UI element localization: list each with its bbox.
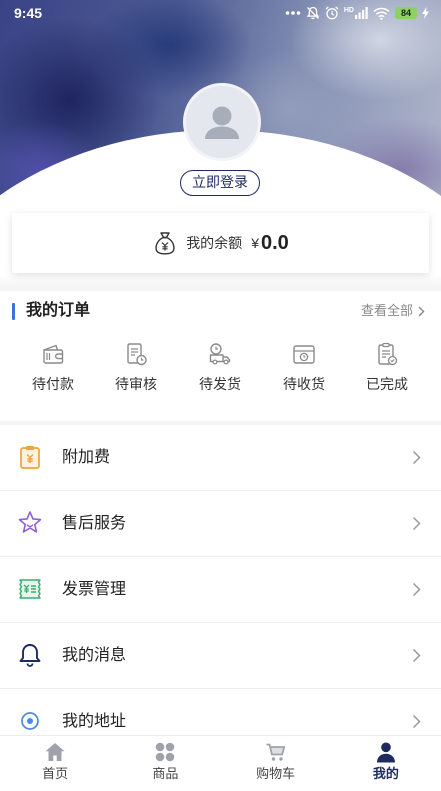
order-status-pending-payment[interactable]: 待付款 bbox=[11, 341, 95, 413]
status-time: 9:45 bbox=[14, 5, 43, 21]
tab-label: 购物车 bbox=[256, 766, 296, 781]
menu-item-after-sales[interactable]: 售后服务 bbox=[0, 491, 441, 557]
menu-item-label: 发票管理 bbox=[62, 581, 127, 598]
chevron-right-icon bbox=[412, 582, 421, 597]
menu-item-label: 我的消息 bbox=[62, 647, 127, 664]
tab-products[interactable]: 商品 bbox=[110, 736, 220, 791]
order-status-completed[interactable]: 已完成 bbox=[345, 341, 429, 413]
grid-icon bbox=[156, 742, 175, 762]
view-all-orders-link[interactable]: 查看全部 bbox=[361, 302, 425, 320]
status-icons: HD 84 bbox=[285, 5, 429, 21]
order-status-label: 待发货 bbox=[199, 376, 241, 392]
bell-icon bbox=[19, 644, 41, 667]
tab-home[interactable]: 首页 bbox=[0, 736, 110, 791]
chevron-right-icon bbox=[412, 450, 421, 465]
delivery-truck-icon bbox=[209, 343, 231, 365]
order-status-pending-shipment[interactable]: 待发货 bbox=[178, 341, 262, 413]
menu-list: 附加费 售后服务 发票管理 我的消息 我的地址 bbox=[0, 425, 441, 755]
order-status-pending-receipt[interactable]: 待收货 bbox=[262, 341, 346, 413]
invoice-icon bbox=[19, 579, 41, 599]
bottom-tab-bar: 首页 商品 购物车 我的 bbox=[0, 735, 441, 791]
balance-label: 我的余额 bbox=[186, 235, 243, 251]
tab-mine[interactable]: 我的 bbox=[331, 736, 441, 791]
star-icon bbox=[18, 511, 42, 533]
orders-title: 我的订单 bbox=[26, 302, 91, 319]
battery-level: 84 bbox=[400, 8, 411, 18]
orders-section: 我的订单 查看全部 待付款 待审核 待发货 待收货 已完成 bbox=[0, 291, 441, 421]
section-marker bbox=[12, 303, 15, 320]
network-badge: HD bbox=[343, 7, 354, 14]
tab-cart[interactable]: 购物车 bbox=[221, 736, 331, 791]
order-status-label: 待审核 bbox=[115, 376, 157, 392]
order-status-label: 待收货 bbox=[283, 376, 325, 392]
profile-icon bbox=[376, 742, 395, 763]
chevron-right-icon bbox=[418, 306, 425, 316]
order-status-label: 待付款 bbox=[32, 376, 74, 392]
avatar[interactable] bbox=[183, 83, 261, 161]
balance-card[interactable]: 我的余额 ¥ 0.0 bbox=[12, 213, 429, 273]
profile-page: 9:45 HD 84 立即登录 我的余额 ¥ 0.0 我的订单 查看全部 待付款… bbox=[0, 0, 441, 791]
clipboard-check-icon bbox=[378, 342, 398, 366]
user-avatar-icon bbox=[205, 106, 239, 139]
menu-item-invoice[interactable]: 发票管理 bbox=[0, 557, 441, 623]
package-clock-icon bbox=[293, 345, 315, 364]
tab-label: 首页 bbox=[42, 766, 69, 781]
view-all-label: 查看全部 bbox=[360, 303, 413, 318]
order-status-label: 已完成 bbox=[366, 376, 408, 392]
document-clock-icon bbox=[127, 343, 147, 366]
chevron-right-icon bbox=[412, 516, 421, 531]
battery-icon: 84 bbox=[395, 7, 417, 19]
home-icon bbox=[45, 743, 65, 761]
location-icon bbox=[21, 712, 39, 730]
wallet-icon bbox=[43, 344, 64, 364]
login-button[interactable]: 立即登录 bbox=[180, 170, 260, 196]
money-bag-icon bbox=[152, 230, 178, 256]
more-dots-icon bbox=[285, 10, 301, 16]
menu-item-messages[interactable]: 我的消息 bbox=[0, 623, 441, 689]
charging-icon bbox=[422, 7, 429, 19]
menu-item-label: 售后服务 bbox=[62, 515, 127, 532]
signal-icon: HD bbox=[344, 7, 368, 19]
balance-amount: 0.0 bbox=[260, 231, 289, 254]
order-status-pending-review[interactable]: 待审核 bbox=[94, 341, 178, 413]
alarm-icon bbox=[325, 6, 339, 20]
tab-label: 商品 bbox=[152, 766, 179, 781]
menu-item-surcharge[interactable]: 附加费 bbox=[0, 425, 441, 491]
header-fade bbox=[0, 274, 441, 288]
status-bar: 9:45 HD 84 bbox=[0, 0, 441, 26]
chevron-right-icon bbox=[412, 714, 421, 729]
mute-icon bbox=[306, 6, 320, 20]
balance-currency: ¥ bbox=[251, 235, 259, 251]
tab-label: 我的 bbox=[372, 766, 399, 781]
cart-icon bbox=[266, 743, 285, 761]
surcharge-clipboard-icon bbox=[20, 446, 40, 469]
menu-item-label: 附加费 bbox=[62, 449, 111, 466]
chevron-right-icon bbox=[412, 648, 421, 663]
wifi-icon bbox=[373, 7, 390, 20]
